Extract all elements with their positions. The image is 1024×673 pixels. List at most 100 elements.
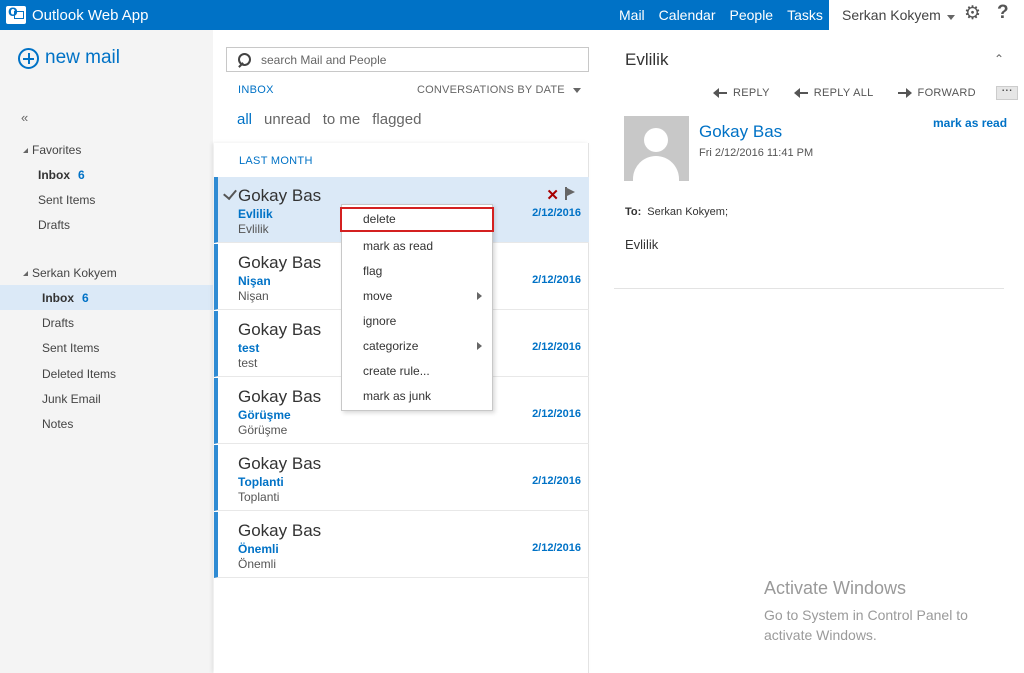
brand[interactable]: Outlook Web App [6,0,148,30]
favorites-inbox[interactable]: Inbox 6 [38,168,85,182]
message-preview: test [238,356,258,370]
message-subject: Görüşme [238,408,291,422]
message-preview: Nişan [238,289,269,303]
filter-to-me[interactable]: to me [323,111,361,128]
search-input[interactable]: search Mail and People [261,53,386,67]
divider [614,288,1004,289]
message-subject: test [238,341,260,355]
reply-all-arrow-icon [793,88,808,98]
unread-count: 6 [78,168,85,182]
nav-tasks[interactable]: Tasks [780,7,830,23]
menu-item-delete[interactable]: delete [340,207,494,232]
message-item[interactable]: Gokay Bas Önemli Önemli 2/12/2016 [214,512,589,578]
menu-item-create-rule[interactable]: create rule... [342,359,492,384]
filter-all[interactable]: all [237,111,252,128]
reply-button[interactable]: REPLY [713,87,770,99]
help-icon[interactable]: ? [997,2,1009,24]
collapse-header-icon[interactable]: ⌃ [994,52,1004,66]
more-actions-button[interactable] [995,81,1018,100]
outlook-logo-icon [6,3,26,24]
filter-flagged[interactable]: flagged [372,111,421,128]
message-from: Gokay Bas [238,320,322,339]
menu-item-label: move [363,289,393,303]
message-preview: Görüşme [238,423,288,437]
message-from: Gokay Bas [238,186,322,205]
main-nav: Mail Calendar People Tasks [612,0,830,30]
mark-as-read-link[interactable]: mark as read [933,116,1007,130]
menu-item-mark-as-read[interactable]: mark as read [342,234,492,259]
sort-dropdown[interactable]: CONVERSATIONS BY DATE [417,84,581,96]
flag-icon[interactable] [565,187,577,200]
gear-icon[interactable]: ⚙ [964,4,984,24]
menu-item-move[interactable]: move [342,284,492,309]
message-from: Gokay Bas [238,253,322,272]
account-sent-items[interactable]: Sent Items [42,341,99,355]
to-label: To: [625,206,642,218]
activate-title: Activate Windows [764,578,907,598]
message-item[interactable]: Gokay Bas Toplanti Toplanti 2/12/2016 [214,445,589,511]
reply-all-button[interactable]: REPLY ALL [793,87,874,99]
favorites-header[interactable]: Favorites [20,143,81,157]
account-junk-email[interactable]: Junk Email [42,392,101,406]
folder-label: Inbox [42,291,74,305]
message-actions: REPLY REPLY ALL FORWARD [713,81,1018,100]
to-line: To: Serkan Kokyem; [625,206,728,218]
message-date: 2/12/2016 [532,274,581,286]
chevron-down-icon [572,87,581,93]
user-area: Serkan Kokyem ⚙ ? [829,0,1024,30]
message-preview: Önemli [238,557,277,571]
sort-label: CONVERSATIONS BY DATE [417,84,565,96]
menu-item-ignore[interactable]: ignore [342,309,492,334]
favorites-title: Favorites [32,143,82,157]
sent-date: Fri 2/12/2016 11:41 PM [699,147,814,159]
account-notes[interactable]: Notes [42,417,73,431]
message-date: 2/12/2016 [532,475,581,487]
nav-people[interactable]: People [723,7,781,23]
filter-bar: all unread to me flagged [237,111,433,128]
plus-circle-icon [18,47,39,69]
message-subject: Önemli [238,542,279,556]
delete-icon[interactable]: ✕ [546,186,559,204]
account-deleted-items[interactable]: Deleted Items [42,367,116,381]
reply-arrow-icon [713,88,727,98]
collapse-triangle-icon [20,270,28,276]
nav-mail[interactable]: Mail [612,7,652,23]
user-menu[interactable]: Serkan Kokyem [842,7,955,23]
message-date: 2/12/2016 [532,207,581,219]
activate-text: Go to System in Control Panel to activat… [764,607,968,643]
message-preview: Evlilik [238,222,269,236]
user-name: Serkan Kokyem [842,7,941,23]
forward-label: FORWARD [917,87,976,99]
account-inbox[interactable]: Inbox 6 [42,291,89,305]
new-mail-label: new mail [45,47,120,68]
group-header: LAST MONTH [239,155,313,167]
collapse-pane-button[interactable]: « [21,110,28,125]
context-menu: delete mark as read flag move ignore cat… [340,204,494,411]
favorites-drafts[interactable]: Drafts [38,218,70,232]
reading-pane: Evlilik ⌃ REPLY REPLY ALL FORWARD Gokay … [590,30,1024,673]
account-title: Serkan Kokyem [32,266,117,280]
unread-count: 6 [82,291,89,305]
filter-unread[interactable]: unread [264,111,311,128]
message-body: Evlilik [625,237,659,252]
menu-item-mark-as-junk[interactable]: mark as junk [342,384,492,409]
forward-button[interactable]: FORWARD [897,87,976,99]
menu-item-categorize[interactable]: categorize [342,334,492,359]
message-from: Gokay Bas [238,454,322,473]
reply-label: REPLY [733,87,770,99]
nav-calendar[interactable]: Calendar [652,7,723,23]
search-box[interactable]: search Mail and People [226,47,589,72]
sender-name[interactable]: Gokay Bas [699,122,782,142]
account-header[interactable]: Serkan Kokyem [20,266,117,280]
recipient[interactable]: Serkan Kokyem; [647,206,728,218]
message-subject: Nişan [238,274,271,288]
account-drafts[interactable]: Drafts [42,316,74,330]
check-icon[interactable] [223,185,237,201]
reply-all-label: REPLY ALL [813,87,874,99]
message-date: 2/12/2016 [532,341,581,353]
avatar-body-shape [633,156,679,181]
menu-item-flag[interactable]: flag [342,259,492,284]
avatar-head-shape [644,128,668,152]
favorites-sent-items[interactable]: Sent Items [38,193,95,207]
new-mail-button[interactable]: new mail [18,47,120,69]
